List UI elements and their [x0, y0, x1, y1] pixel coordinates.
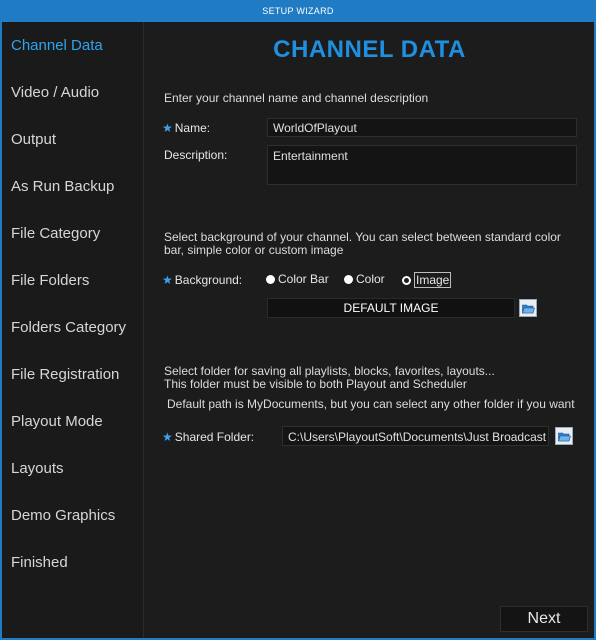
description-label: Description: — [164, 148, 228, 162]
background-label: Background: — [174, 273, 243, 287]
sidebar-item-file-registration[interactable]: File Registration — [11, 366, 119, 383]
sidebar-item-video-audio[interactable]: Video / Audio — [11, 84, 99, 101]
sidebar-item-layouts[interactable]: Layouts — [11, 460, 64, 477]
sidebar-item-finished[interactable]: Finished — [11, 554, 68, 571]
folder-open-icon — [521, 304, 535, 313]
channel-name-input[interactable]: WorldOfPlayout — [267, 118, 577, 137]
required-star-icon: ★ — [162, 430, 173, 444]
required-star-icon: ★ — [162, 121, 173, 135]
sidebar-item-file-folders[interactable]: File Folders — [11, 272, 89, 289]
shared-folder-input[interactable]: C:\Users\PlayoutSoft\Documents\Just Broa… — [282, 426, 549, 446]
background-label-group: ★ Background: — [162, 273, 242, 287]
folder-info-line2: This folder must be visible to both Play… — [164, 377, 467, 391]
radio-color-bar[interactable]: Color Bar — [266, 272, 329, 286]
name-label: Name: — [174, 121, 211, 135]
sidebar-item-as-run-backup[interactable]: As Run Backup — [11, 178, 114, 195]
wizard-step-sidebar: Channel Data Video / Audio Output As Run… — [2, 22, 144, 638]
radio-color-bar-label: Color Bar — [278, 272, 329, 286]
radio-image-label: Image — [414, 272, 452, 288]
shared-folder-label-group: ★ Shared Folder: — [162, 430, 254, 444]
radio-image[interactable]: Image — [402, 272, 452, 288]
radio-checked-icon — [402, 275, 411, 285]
window-title: SETUP WIZARD — [262, 6, 334, 16]
sidebar-item-file-category[interactable]: File Category — [11, 225, 100, 242]
next-button[interactable]: Next — [500, 606, 588, 632]
default-image-display: DEFAULT IMAGE — [267, 298, 515, 318]
sidebar-item-folders-category[interactable]: Folders Category — [11, 319, 126, 336]
intro-text: Enter your channel name and channel desc… — [164, 91, 429, 105]
radio-unchecked-icon — [344, 274, 353, 284]
shared-folder-label: Shared Folder: — [174, 430, 255, 444]
browse-folder-button[interactable] — [555, 427, 573, 445]
sidebar-item-output[interactable]: Output — [11, 131, 56, 148]
description-input[interactable]: Entertainment — [267, 145, 577, 185]
background-info-line2: bar, simple color or custom image — [164, 243, 344, 257]
browse-image-button[interactable] — [519, 299, 537, 317]
sidebar-item-playout-mode[interactable]: Playout Mode — [11, 413, 103, 430]
channel-data-panel: CHANNEL DATA Enter your channel name and… — [145, 22, 594, 638]
folder-open-icon — [557, 432, 571, 441]
radio-color[interactable]: Color — [344, 272, 385, 286]
window-title-bar: SETUP WIZARD — [0, 0, 596, 22]
required-star-icon: ★ — [162, 273, 173, 287]
folder-info-line3: Default path is MyDocuments, but you can… — [167, 397, 575, 411]
sidebar-item-demo-graphics[interactable]: Demo Graphics — [11, 507, 115, 524]
radio-color-label: Color — [356, 272, 385, 286]
sidebar-item-channel-data[interactable]: Channel Data — [11, 37, 103, 54]
radio-unchecked-icon — [266, 274, 275, 284]
name-label-group: ★ Name: — [162, 121, 210, 135]
page-title: CHANNEL DATA — [273, 36, 466, 63]
